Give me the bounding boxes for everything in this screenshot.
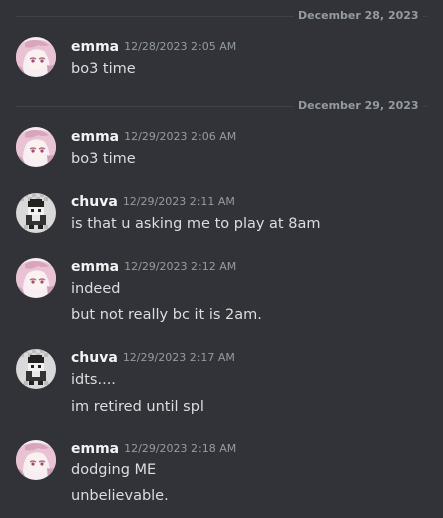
message-content: im retired until spl: [71, 399, 204, 415]
avatar[interactable]: [16, 37, 56, 77]
message-header: emma 12/29/2023 2:18 AM: [71, 438, 236, 460]
message-content: indeed: [71, 281, 121, 297]
message-header: chuva 12/29/2023 2:11 AM: [71, 191, 235, 213]
username[interactable]: emma: [71, 259, 119, 275]
message-header: emma 12/28/2023 2:05 AM: [71, 36, 236, 58]
date-divider-label: December 29, 2023: [294, 98, 423, 114]
message-header: chuva 12/29/2023 2:17 AM: [71, 347, 235, 369]
avatar[interactable]: [16, 127, 56, 167]
message-content: dodging ME: [71, 462, 157, 478]
avatar[interactable]: [16, 258, 56, 298]
message-header: emma 12/29/2023 2:12 AM: [71, 256, 236, 278]
message-content: unbelievable.: [71, 488, 169, 504]
username[interactable]: emma: [71, 441, 119, 457]
username[interactable]: chuva: [71, 350, 118, 366]
message-content: but not really bc it is 2am.: [71, 307, 262, 323]
username[interactable]: emma: [71, 129, 119, 145]
date-divider: December 29, 2023: [16, 98, 427, 114]
message-content: bo3 time: [71, 151, 136, 167]
date-divider: December 28, 2023: [16, 8, 427, 24]
message-content: bo3 time: [71, 61, 136, 77]
avatar[interactable]: [16, 440, 56, 480]
timestamp[interactable]: 12/29/2023 2:18 AM: [124, 442, 236, 455]
timestamp[interactable]: 12/29/2023 2:12 AM: [124, 260, 236, 273]
username[interactable]: chuva: [71, 194, 118, 210]
message-header: emma 12/29/2023 2:06 AM: [71, 126, 236, 148]
timestamp[interactable]: 12/29/2023 2:11 AM: [123, 195, 235, 208]
message-content: is that u asking me to play at 8am: [71, 216, 321, 232]
username[interactable]: emma: [71, 39, 119, 55]
message-content: idts....: [71, 372, 116, 388]
timestamp[interactable]: 12/29/2023 2:06 AM: [124, 130, 236, 143]
message-list: December 28, 2023 emma 12/28/2023 2:05 AM…: [0, 0, 443, 518]
avatar[interactable]: [16, 349, 56, 389]
date-divider-label: December 28, 2023: [294, 8, 423, 24]
avatar[interactable]: [16, 193, 56, 233]
timestamp[interactable]: 12/29/2023 2:17 AM: [123, 351, 235, 364]
timestamp[interactable]: 12/28/2023 2:05 AM: [124, 40, 236, 53]
